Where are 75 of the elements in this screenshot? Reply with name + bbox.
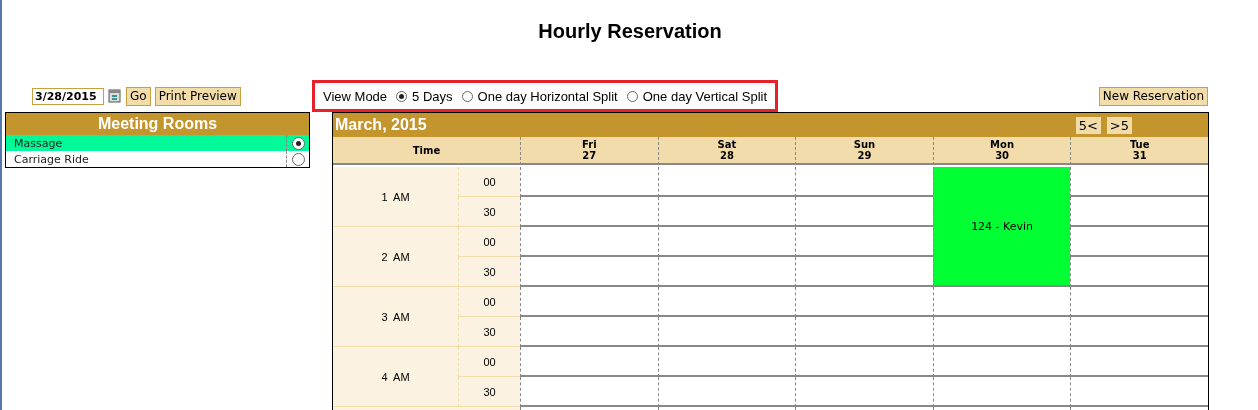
time-slot[interactable] <box>795 347 933 377</box>
minute-label: 30 <box>458 197 520 227</box>
time-slot[interactable] <box>520 287 658 317</box>
date-field[interactable]: 3/28/2015 <box>32 87 104 105</box>
hour-label: 4 AM <box>333 347 458 407</box>
time-slot[interactable] <box>795 167 933 197</box>
previous-button[interactable]: 5< <box>1075 116 1101 134</box>
room-radio[interactable] <box>291 152 305 166</box>
next-button[interactable]: >5 <box>1106 116 1132 134</box>
time-slot[interactable] <box>657 317 796 347</box>
time-slot[interactable] <box>795 287 933 317</box>
time-slot[interactable] <box>795 227 933 257</box>
calendar-icon[interactable] <box>108 88 122 104</box>
day-header: Fri 27 <box>520 137 658 165</box>
new-reservation-button[interactable]: New Reservation <box>1098 86 1208 106</box>
minute-label: 00 <box>458 287 520 317</box>
time-slot[interactable] <box>520 257 658 287</box>
time-slot[interactable] <box>1070 227 1208 257</box>
time-slot[interactable] <box>932 317 1071 347</box>
time-slot[interactable] <box>795 197 933 227</box>
room-label: Massage <box>13 136 64 150</box>
time-slot[interactable] <box>932 377 1071 407</box>
time-slot[interactable] <box>1070 167 1208 197</box>
page-title: Hourly Reservation <box>537 20 723 44</box>
reservation-block[interactable]: 124 - Kevin <box>932 167 1071 287</box>
day-header: Mon 30 <box>932 137 1071 165</box>
day-header: Sun 29 <box>795 137 933 165</box>
hour-label: 3 AM <box>333 287 458 347</box>
time-slot[interactable] <box>795 377 933 407</box>
time-slot[interactable] <box>932 347 1071 377</box>
time-slot[interactable] <box>1070 197 1208 227</box>
time-slot[interactable] <box>657 167 796 197</box>
minute-label: 00 <box>458 347 520 377</box>
time-slot[interactable] <box>657 227 796 257</box>
minute-label: 00 <box>458 227 520 257</box>
rooms-title: Meeting Rooms <box>6 113 309 135</box>
month-label: March, 2015 <box>334 116 427 134</box>
time-slot[interactable] <box>795 317 933 347</box>
time-slot[interactable] <box>1070 347 1208 377</box>
time-slot[interactable] <box>520 227 658 257</box>
hour-label: 2 AM <box>333 227 458 287</box>
time-slot[interactable] <box>932 287 1071 317</box>
minute-label: 30 <box>458 377 520 407</box>
time-slot[interactable] <box>520 347 658 377</box>
minute-label: 30 <box>458 317 520 347</box>
view-mode-option[interactable]: One day Horizontal Split <box>461 88 618 104</box>
day-header: Sat 28 <box>657 137 796 165</box>
time-slot[interactable] <box>1070 287 1208 317</box>
hour-label: 1 AM <box>333 167 458 227</box>
time-slot[interactable] <box>657 287 796 317</box>
time-slot[interactable] <box>520 197 658 227</box>
time-slot[interactable] <box>795 257 933 287</box>
go-button[interactable]: Go <box>126 86 151 106</box>
minute-label: 30 <box>458 257 520 287</box>
time-slot[interactable] <box>657 347 796 377</box>
time-slot[interactable] <box>1070 317 1208 347</box>
room-row[interactable]: Massage <box>6 135 309 151</box>
room-label: Carriage Ride <box>13 152 90 166</box>
minute-label: 00 <box>458 167 520 197</box>
time-slot[interactable] <box>657 197 796 227</box>
print-preview-button[interactable]: Print Preview <box>154 86 241 106</box>
time-slot[interactable] <box>1070 257 1208 287</box>
time-header: Time <box>333 137 520 165</box>
time-slot[interactable] <box>1070 377 1208 407</box>
time-slot[interactable] <box>520 167 658 197</box>
time-slot[interactable] <box>657 257 796 287</box>
view-mode-label: View Mode <box>323 88 388 104</box>
time-slot[interactable] <box>520 377 658 407</box>
day-header: Tue 31 <box>1070 137 1208 165</box>
time-slot[interactable] <box>657 377 796 407</box>
time-slot[interactable] <box>520 317 658 347</box>
room-radio[interactable] <box>291 136 305 150</box>
room-row[interactable]: Carriage Ride <box>6 151 309 167</box>
view-mode-option[interactable]: 5 Days <box>396 88 453 104</box>
view-mode-option[interactable]: One day Vertical Split <box>626 88 768 104</box>
